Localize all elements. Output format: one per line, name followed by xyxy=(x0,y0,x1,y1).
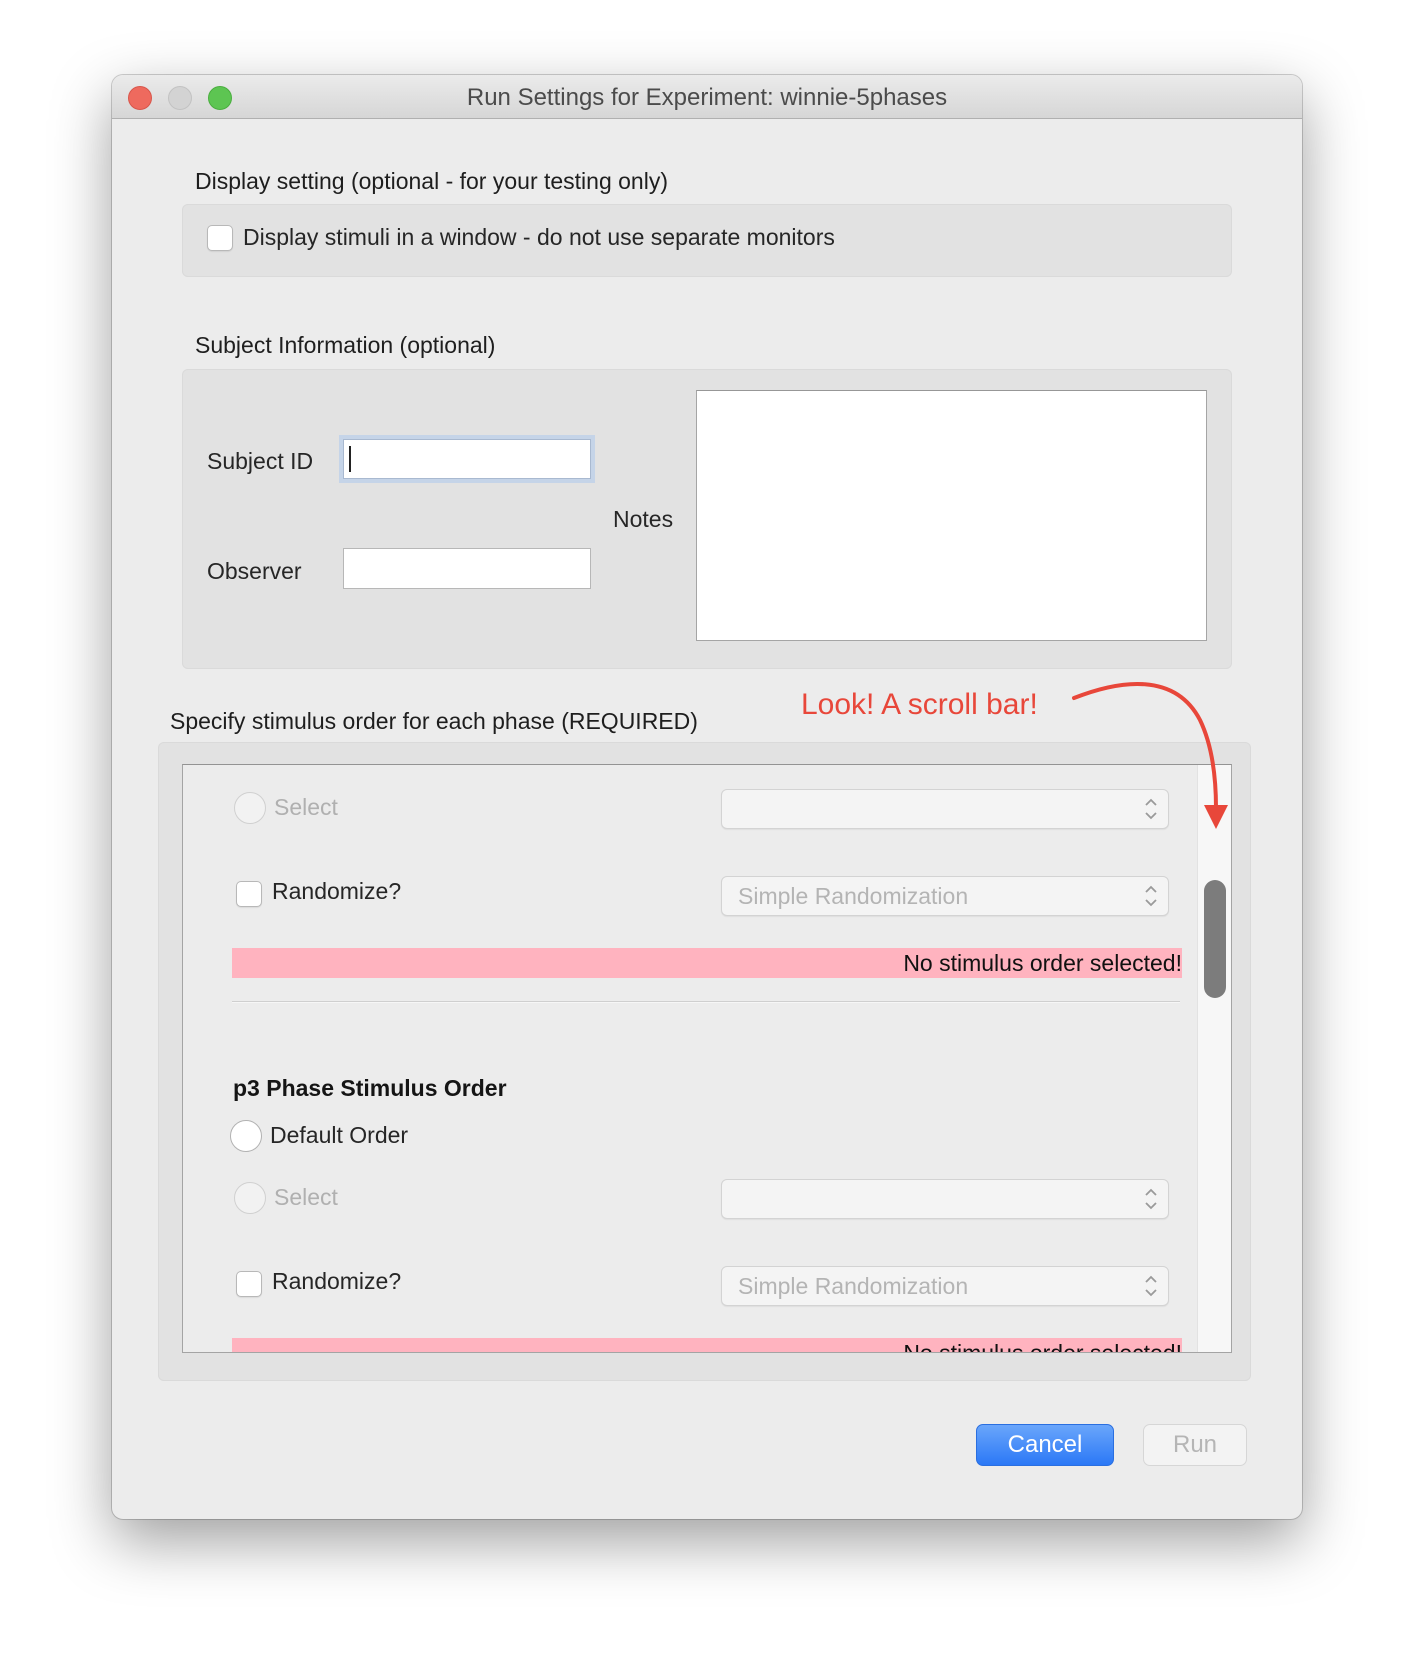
subject-id-input[interactable] xyxy=(343,439,591,479)
error-message-bar: No stimulus order selected! xyxy=(232,948,1182,978)
scroll-bar-annotation: Look! A scroll bar! xyxy=(801,688,1038,721)
up-down-chevron-icon xyxy=(1145,1188,1157,1210)
up-down-chevron-icon xyxy=(1145,1275,1157,1297)
phase-heading: p3 Phase Stimulus Order xyxy=(233,1075,507,1101)
randomize-checkbox[interactable] xyxy=(236,881,262,907)
default-order-radio[interactable] xyxy=(230,1120,262,1152)
stimulus-order-scroll-area[interactable]: Select Randomize? Simple Randomization N… xyxy=(182,764,1232,1353)
notes-textarea[interactable] xyxy=(696,390,1207,641)
select-order-radio[interactable] xyxy=(234,1182,266,1214)
subject-id-label: Subject ID xyxy=(207,448,314,474)
scrollbar-thumb[interactable] xyxy=(1204,880,1226,998)
phase-divider xyxy=(232,1001,1180,1003)
default-order-label[interactable]: Default Order xyxy=(270,1122,408,1149)
select-order-label: Select xyxy=(274,794,338,820)
select-order-radio[interactable] xyxy=(234,792,266,824)
randomization-method-value: Simple Randomization xyxy=(738,1273,969,1299)
window-title: Run Settings for Experiment: winnie-5pha… xyxy=(466,84,948,111)
stimulus-order-heading: Specify stimulus order for each phase (R… xyxy=(170,708,698,734)
display-setting-group: Display stimuli in a window - do not use… xyxy=(182,204,1232,277)
up-down-chevron-icon xyxy=(1145,885,1157,907)
observer-label: Observer xyxy=(207,558,302,584)
randomization-method-select[interactable]: Simple Randomization xyxy=(721,1266,1169,1306)
randomization-method-select[interactable]: Simple Randomization xyxy=(721,876,1169,916)
run-button[interactable]: Run xyxy=(1143,1424,1247,1466)
select-order-label: Select xyxy=(274,1184,338,1210)
title-bar: Run Settings for Experiment: winnie-5pha… xyxy=(112,75,1302,119)
stimulus-order-select[interactable] xyxy=(721,789,1169,829)
up-down-chevron-icon xyxy=(1145,798,1157,820)
randomize-checkbox[interactable] xyxy=(236,1271,262,1297)
stimulus-order-select[interactable] xyxy=(721,1179,1169,1219)
display-in-window-checkbox[interactable] xyxy=(207,225,233,251)
error-message-bar: No stimulus order selected! xyxy=(232,1338,1182,1352)
randomization-method-value: Simple Randomization xyxy=(738,883,969,909)
notes-label: Notes xyxy=(613,506,674,532)
text-caret xyxy=(349,446,351,472)
cancel-button[interactable]: Cancel xyxy=(976,1424,1114,1466)
subject-info-group: Subject ID Observer Notes xyxy=(182,369,1232,669)
display-in-window-label[interactable]: Display stimuli in a window - do not use… xyxy=(243,224,835,251)
observer-input[interactable] xyxy=(343,548,591,589)
display-setting-heading: Display setting (optional - for your tes… xyxy=(195,168,668,194)
run-settings-window: Run Settings for Experiment: winnie-5pha… xyxy=(112,75,1302,1519)
randomize-label[interactable]: Randomize? xyxy=(272,878,401,905)
subject-info-heading: Subject Information (optional) xyxy=(195,332,496,358)
vertical-scrollbar[interactable] xyxy=(1197,765,1231,1352)
randomize-label[interactable]: Randomize? xyxy=(272,1268,401,1295)
